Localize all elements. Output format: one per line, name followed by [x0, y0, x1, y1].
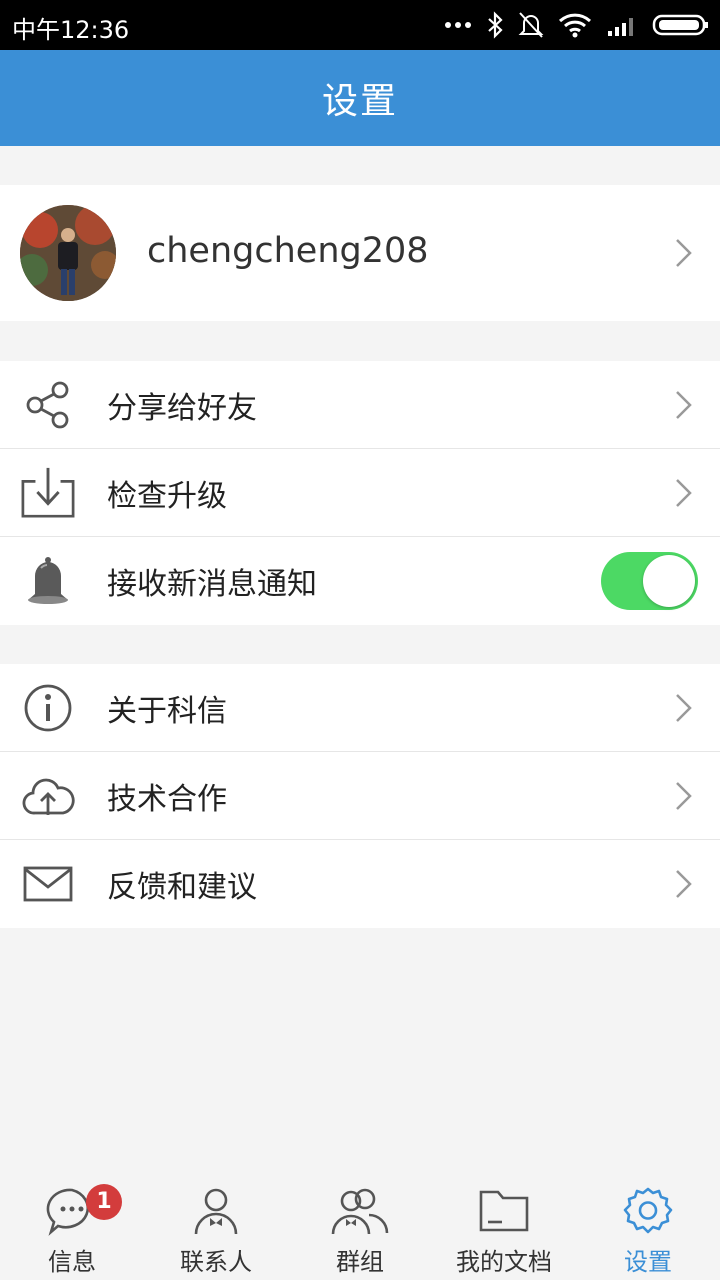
page-title: 设置 — [321, 81, 398, 122]
title-bar: 设置 — [0, 50, 720, 146]
chevron-right-icon — [676, 239, 692, 267]
toggle-knob — [643, 555, 695, 607]
about-label: 关于科信 — [107, 693, 227, 729]
tab-label: 我的文档 — [456, 1248, 552, 1276]
tab-label: 联系人 — [180, 1248, 252, 1276]
share-row[interactable]: 分享给好友 — [0, 361, 720, 449]
folder-icon — [478, 1186, 530, 1236]
bell-icon — [20, 554, 76, 608]
chevron-right-icon — [676, 390, 692, 419]
signal-icon — [608, 18, 633, 36]
chevron-right-icon — [676, 870, 692, 898]
about-row[interactable]: 关于科信 — [0, 664, 720, 752]
contact-icon — [190, 1186, 242, 1236]
avatar — [20, 205, 116, 301]
unread-badge: 1 — [86, 1184, 122, 1220]
group-icon — [329, 1186, 391, 1236]
more-dots-icon — [445, 22, 471, 28]
battery-icon — [652, 14, 708, 36]
tab-label: 设置 — [624, 1248, 672, 1276]
status-time: 中午12:36 — [12, 16, 130, 44]
tab-messages[interactable]: 1 信息 — [0, 1170, 144, 1280]
tab-settings[interactable]: 设置 — [576, 1170, 720, 1280]
cooperation-row[interactable]: 技术合作 — [0, 752, 720, 840]
cooperation-label: 技术合作 — [107, 781, 227, 817]
feedback-label: 反馈和建议 — [107, 870, 257, 905]
settings-group-2: 关于科信 技术合作 反馈和建议 — [0, 664, 720, 928]
download-icon — [20, 466, 76, 520]
share-icon — [20, 378, 76, 432]
mail-icon — [20, 857, 76, 911]
tab-contacts[interactable]: 联系人 — [144, 1170, 288, 1280]
bell-off-icon — [518, 12, 544, 38]
feedback-row[interactable]: 反馈和建议 — [0, 840, 720, 928]
status-bar: 中午12:36 — [0, 0, 720, 50]
check-update-row[interactable]: 检查升级 — [0, 449, 720, 537]
status-icons — [444, 8, 710, 42]
notification-toggle[interactable] — [601, 552, 698, 610]
profile-username: chengcheng208 — [147, 231, 429, 271]
cloud-upload-icon — [20, 769, 76, 823]
share-label: 分享给好友 — [107, 390, 257, 426]
chevron-right-icon — [676, 693, 692, 722]
tab-groups[interactable]: 群组 — [288, 1170, 432, 1280]
check-update-label: 检查升级 — [107, 478, 227, 514]
chevron-right-icon — [676, 478, 692, 507]
settings-group-1: 分享给好友 检查升级 接收新消息通知 — [0, 361, 720, 625]
profile-section: chengcheng208 — [0, 185, 720, 321]
chevron-right-icon — [676, 781, 692, 810]
tab-label: 信息 — [48, 1248, 96, 1276]
gear-icon — [622, 1186, 674, 1236]
profile-row[interactable]: chengcheng208 — [0, 185, 720, 321]
bluetooth-icon — [488, 11, 503, 39]
info-icon — [20, 681, 76, 735]
wifi-icon — [558, 13, 592, 38]
tab-label: 群组 — [336, 1248, 384, 1276]
notification-row: 接收新消息通知 — [0, 537, 720, 625]
bottom-tab-bar: 1 信息 联系人 群组 我的文档 设置 — [0, 1170, 720, 1280]
notification-label: 接收新消息通知 — [107, 567, 317, 602]
tab-documents[interactable]: 我的文档 — [432, 1170, 576, 1280]
avatar-image — [20, 205, 116, 301]
